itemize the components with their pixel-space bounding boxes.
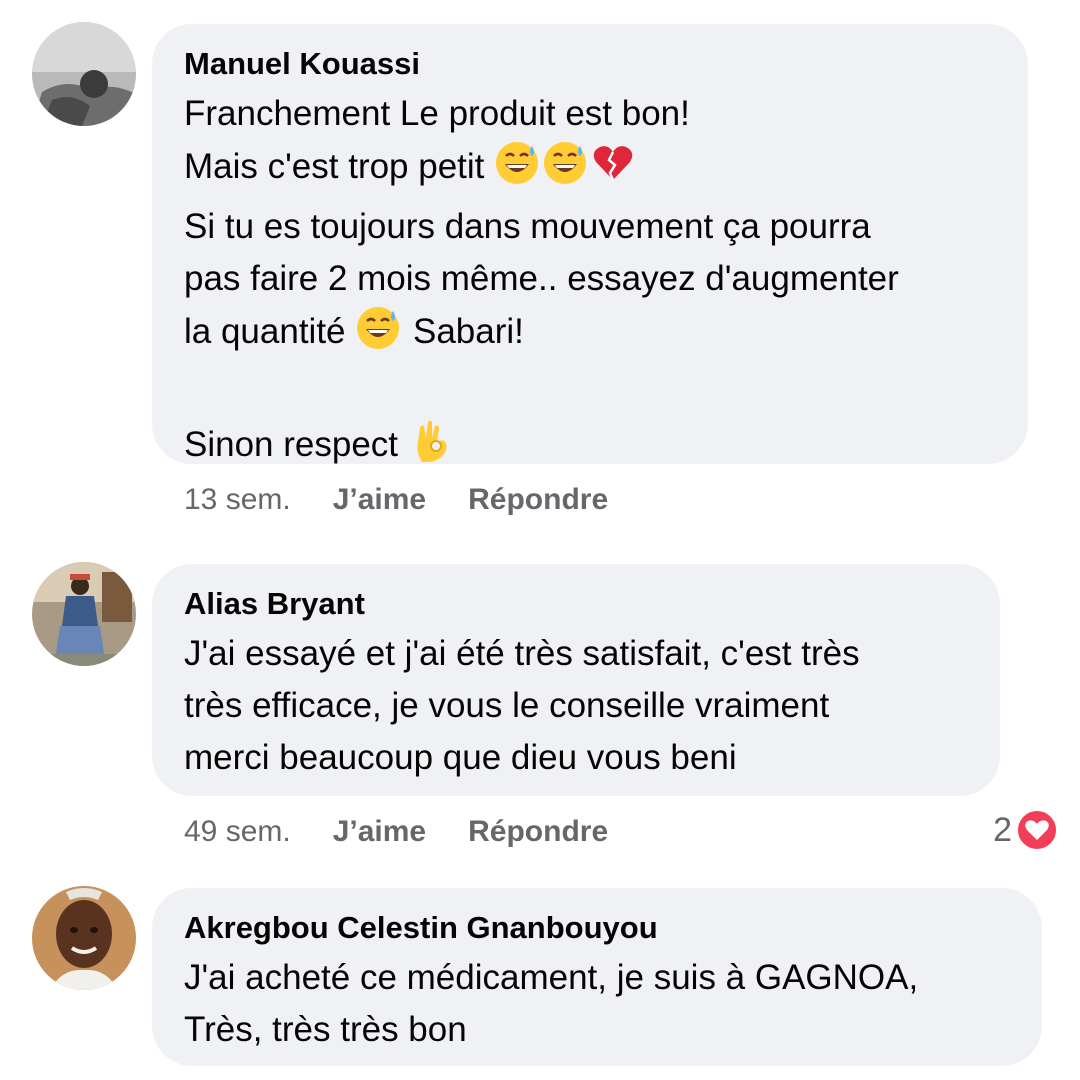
reaction-summary[interactable]: 2 <box>993 808 1058 852</box>
comment-author[interactable]: Akregbou Celestin Gnanbouyou <box>184 910 1010 946</box>
comment-time[interactable]: 13 sem. <box>184 482 291 518</box>
comment-meta: 13 sem. J’aime Répondre <box>184 482 608 518</box>
avatar[interactable] <box>32 886 136 990</box>
reaction-count: 2 <box>993 810 1012 849</box>
ok-hand-emoji <box>408 418 454 479</box>
comment-bubble: Alias Bryant J'ai essayé et j'ai été trè… <box>152 564 1000 796</box>
comment-bubble: Akregbou Celestin Gnanbouyou J'ai acheté… <box>152 888 1042 1066</box>
comment-author[interactable]: Alias Bryant <box>184 586 968 622</box>
comment-meta: 49 sem. J’aime Répondre <box>184 814 608 850</box>
comment-text: Franchement Le produit est bon! Mais c'e… <box>184 88 996 479</box>
comment-time[interactable]: 49 sem. <box>184 814 291 850</box>
grinning-sweat-emoji <box>494 140 540 201</box>
grinning-sweat-emoji <box>542 140 588 201</box>
comment-bubble: Manuel Kouassi Franchement Le produit es… <box>152 24 1028 464</box>
comment-text: J'ai essayé et j'ai été très satisfait, … <box>184 634 860 777</box>
grinning-sweat-emoji <box>355 305 401 366</box>
like-button[interactable]: J’aime <box>333 482 426 518</box>
avatar[interactable] <box>32 562 136 666</box>
heart-reaction-icon <box>1016 809 1058 851</box>
comment-text: J'ai acheté ce médicament, je suis à GAG… <box>184 958 919 1049</box>
reply-button[interactable]: Répondre <box>468 482 608 518</box>
like-button[interactable]: J’aime <box>333 814 426 850</box>
reply-button[interactable]: Répondre <box>468 814 608 850</box>
comment-author[interactable]: Manuel Kouassi <box>184 46 996 82</box>
broken-heart-emoji <box>590 140 636 201</box>
avatar[interactable] <box>32 22 136 126</box>
